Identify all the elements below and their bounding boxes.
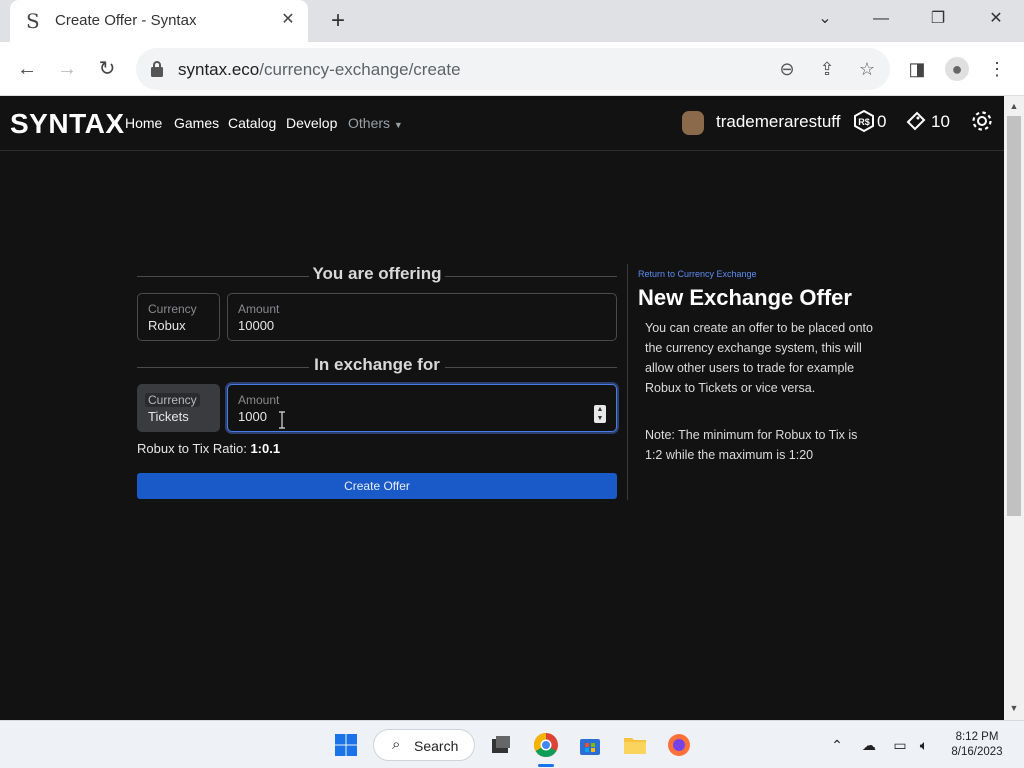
- restore-button[interactable]: ❐: [923, 8, 953, 30]
- close-window-button[interactable]: ✕: [981, 8, 1011, 30]
- robux-balance: 0: [877, 112, 887, 131]
- amount-value: 1000: [238, 409, 267, 424]
- ratio-text: Robux to Tix Ratio: 1:0.1: [137, 441, 281, 456]
- windows-start-icon[interactable]: [332, 731, 360, 759]
- offering-currency-select[interactable]: Currency Robux: [137, 293, 220, 341]
- site-logo[interactable]: SYNTAX: [10, 108, 125, 140]
- currency-label: Currency: [148, 302, 197, 316]
- minimize-button[interactable]: —: [866, 8, 896, 30]
- amount-value: 10000: [238, 318, 275, 333]
- reload-button[interactable]: ↻: [94, 56, 120, 82]
- microsoft-store-icon[interactable]: [576, 731, 604, 759]
- network-icon[interactable]: ▭: [890, 735, 910, 755]
- robux-icon: R$: [854, 109, 874, 133]
- share-icon[interactable]: ⇪: [816, 58, 838, 80]
- search-icon: ⌕: [392, 736, 401, 753]
- amount-label: Amount: [238, 393, 280, 407]
- nav-develop[interactable]: Develop: [286, 115, 337, 131]
- nav-home[interactable]: Home: [125, 115, 162, 131]
- vertical-divider: [627, 264, 628, 500]
- gear-icon[interactable]: [970, 109, 994, 133]
- clock-date: 8/16/2023: [951, 746, 1003, 758]
- file-explorer-icon[interactable]: [621, 731, 649, 759]
- return-to-exchange-link[interactable]: Return to Currency Exchange: [638, 269, 757, 279]
- chrome-icon[interactable]: [532, 731, 560, 759]
- svg-text:R$: R$: [858, 117, 870, 127]
- create-offer-button[interactable]: Create Offer: [137, 473, 617, 499]
- offering-amount-input[interactable]: Amount 10000: [227, 293, 617, 341]
- tab-title: Create Offer - Syntax: [55, 12, 197, 29]
- profile-icon[interactable]: ●: [945, 57, 969, 81]
- active-app-indicator: [538, 764, 554, 767]
- onedrive-icon[interactable]: ☁: [859, 735, 879, 755]
- syntax-favicon-icon: S: [26, 9, 40, 33]
- exchange-heading: In exchange for: [137, 355, 617, 379]
- task-view-icon[interactable]: [487, 731, 515, 759]
- nav-catalog[interactable]: Catalog: [228, 115, 276, 131]
- tickets-balance: 10: [931, 112, 950, 131]
- address-bar[interactable]: syntax.eco/currency-exchange/create ⊖ ⇪ …: [136, 48, 890, 90]
- amount-label: Amount: [238, 302, 280, 316]
- scroll-up-icon[interactable]: ▲: [1004, 98, 1024, 114]
- exchange-currency-select[interactable]: Currency Tickets: [137, 384, 220, 432]
- scroll-down-icon[interactable]: ▼: [1004, 700, 1024, 716]
- offering-heading: You are offering: [137, 264, 617, 288]
- zoom-icon[interactable]: ⊖: [776, 58, 798, 80]
- username[interactable]: trademerarestuff: [716, 112, 840, 132]
- forward-button[interactable]: →: [54, 56, 80, 82]
- back-button[interactable]: ←: [14, 56, 40, 82]
- tab-search-icon[interactable]: ⌄: [810, 8, 840, 30]
- new-tab-button[interactable]: +: [326, 8, 350, 34]
- page-title: New Exchange Offer: [638, 285, 852, 310]
- page-scrollbar[interactable]: ▲ ▼: [1004, 96, 1024, 720]
- menu-kebab-icon[interactable]: ⋮: [985, 57, 1009, 81]
- taskbar-clock[interactable]: 8:12 PM 8/16/2023: [944, 730, 1010, 760]
- tickets-icon: [906, 111, 926, 131]
- currency-value: Robux: [148, 318, 186, 333]
- nav-others-dropdown[interactable]: Others ▼: [348, 115, 403, 131]
- volume-icon[interactable]: 🔈︎: [914, 735, 934, 755]
- description-text: You can create an offer to be placed ont…: [645, 321, 873, 395]
- browser-tab[interactable]: S Create Offer - Syntax ✕: [10, 0, 308, 42]
- text-cursor-icon: [279, 411, 285, 429]
- currency-label: Currency: [145, 393, 200, 407]
- clock-time: 8:12 PM: [955, 731, 999, 743]
- currency-value: Tickets: [148, 409, 189, 424]
- browser-toolbar: ← → ↻ syntax.eco/currency-exchange/creat…: [0, 42, 1024, 96]
- exchange-amount-input[interactable]: Amount 1000 ▲ ▼: [227, 384, 617, 432]
- scroll-thumb[interactable]: [1007, 116, 1021, 516]
- caret-down-icon: ▼: [393, 120, 403, 130]
- note-text: Note: The minimum for Robux to Tix is 1:…: [645, 428, 858, 462]
- browser-tab-bar: S Create Offer - Syntax ✕ + ⌄ — ❐ ✕: [0, 0, 1024, 42]
- bookmark-star-icon[interactable]: ☆: [856, 58, 878, 80]
- avatar[interactable]: [682, 111, 704, 135]
- side-panel-icon[interactable]: ◨: [905, 57, 929, 81]
- firefox-icon[interactable]: [665, 731, 693, 759]
- lock-icon: [151, 61, 163, 77]
- number-spinner[interactable]: ▲ ▼: [594, 405, 606, 423]
- url-text: syntax.eco/currency-exchange/create: [178, 60, 461, 79]
- chevron-up-icon[interactable]: ⌃: [827, 735, 847, 755]
- windows-taskbar: ⌕ Search ⌃ ☁ ▭ 🔈︎ 8:12 PM 8/16/2023: [0, 720, 1024, 768]
- site-navbar: SYNTAX Home Games Catalog Develop Others…: [0, 96, 1004, 151]
- nav-games[interactable]: Games: [174, 115, 219, 131]
- close-tab-icon[interactable]: ✕: [278, 10, 298, 30]
- taskbar-search[interactable]: ⌕ Search: [373, 729, 475, 761]
